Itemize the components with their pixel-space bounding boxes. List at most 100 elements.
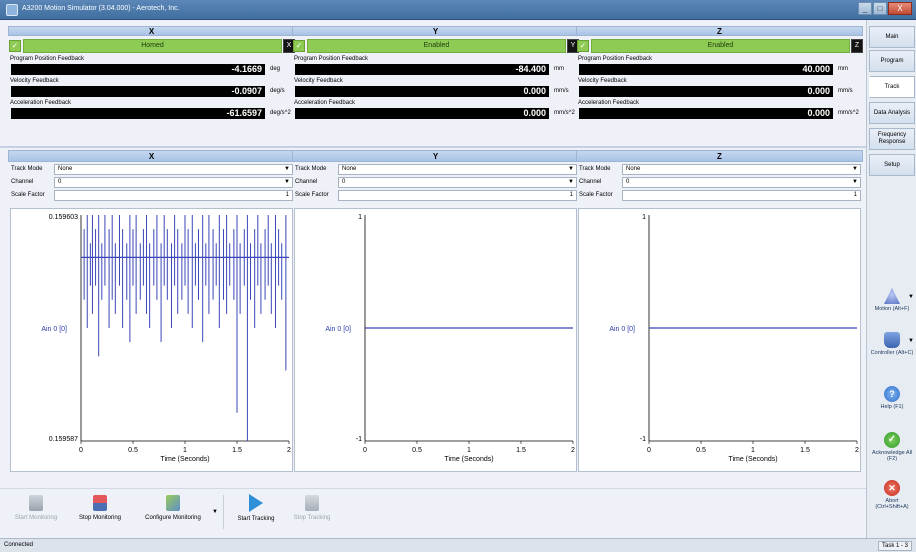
axis-panel-x: X ✓ Homed X Program Position Feedback -4… [8,26,295,150]
velocity-feedback-value: 0.000 [579,86,833,97]
stop-tracking-button[interactable]: Stop Tracking [286,493,338,533]
scale-factor-input[interactable]: 1 [622,190,861,201]
y-tick-label: -1 [356,436,362,443]
position-feedback-label: Program Position Feedback [294,56,369,62]
y-tick-label: 1 [642,214,646,221]
channel-value: 0 [58,179,62,185]
chevron-down-icon: ▼ [284,166,290,172]
chevron-down-icon: ▼ [908,338,914,344]
x-tick-label: 2 [287,447,291,454]
scale-factor-label: Scale Factor [579,192,613,198]
track-panel-z: Z Track Mode None ▼ Channel 0 ▼ Scale Factor… [576,150,863,488]
abort-button[interactable]: ✕ Abort (Ctrl+Shift+A) [869,480,915,520]
track-panel-x: X Track Mode None ▼ Channel 0 ▼ Scale Factor… [8,150,295,488]
track-mode-value: None [342,166,357,172]
channel-value: 0 [626,179,630,185]
position-unit: mm [838,66,848,72]
track-panel-y: Y Track Mode None ▼ Channel 0 ▼ Scale Factor… [292,150,579,488]
start-monitoring-button[interactable]: Start Monitoring [6,493,66,533]
position-unit: deg [270,66,281,72]
axis-select-button[interactable]: Z [851,39,863,53]
x-tick-label: 1 [467,447,471,454]
acknowledge-all-button[interactable]: ✓ Acknowledge All (F2) [869,432,915,472]
axis-header: X [8,26,295,36]
start-tracking-button[interactable]: Start Tracking [228,493,284,533]
scale-factor-input[interactable]: 1 [338,190,577,201]
scale-factor-label: Scale Factor [11,192,45,198]
scale-factor-input[interactable]: 1 [54,190,293,201]
panel-splitter[interactable] [0,146,866,148]
track-mode-select[interactable]: None ▼ [54,164,293,175]
tab-track[interactable]: Track [869,76,915,98]
tab-frequency-response[interactable]: Frequency Response [869,128,915,150]
y-axis-label: Ain 0 [0] [325,326,351,333]
y-tick-label: 1 [358,214,362,221]
stop-monitoring-button[interactable]: Stop Monitoring [70,493,130,533]
velocity-feedback-value: 0.000 [295,86,549,97]
channel-label: Channel [579,179,602,185]
controller-button[interactable]: ▼ Controller (Alt+C) [869,332,915,372]
plot-area[interactable]: 0.159603 0.159587 0 0.5 1 1.5 2 Time (Seconds) A… [10,208,293,472]
track-mode-value: None [58,166,73,172]
chevron-down-icon: ▼ [568,179,574,185]
enable-checkbox[interactable]: ✓ [577,40,589,52]
enable-checkbox[interactable]: ✓ [9,40,21,52]
x-tick-label: 1 [183,447,187,454]
plot-header: X [8,150,295,162]
plot-area[interactable]: 1 -1 0 0.5 1 1.5 2 Time (Seconds) Ain 0 [0] [578,208,861,472]
configure-icon [166,495,180,511]
x-tick-label: 0.5 [696,447,706,454]
acceleration-feedback-label: Acceleration Feedback [578,100,640,106]
channel-select[interactable]: 0 ▼ [54,177,293,188]
channel-label: Channel [295,179,318,185]
stop-tracking-label: Stop Tracking [293,515,331,521]
velocity-unit: mm/s [838,88,853,94]
task-indicator[interactable]: Task 1 - 3 [877,541,912,551]
chevron-down-icon: ▼ [212,509,218,515]
tab-main[interactable]: Main [869,26,915,48]
maximize-button[interactable]: □ [873,2,887,15]
channel-label: Channel [11,179,34,185]
x-axis-label: Time (Seconds) [728,456,777,463]
tab-setup[interactable]: Setup [869,154,915,176]
track-mode-select[interactable]: None ▼ [622,164,861,175]
acceleration-feedback-value: 0.000 [295,108,549,119]
x-tick-label: 0 [363,447,367,454]
plot-area[interactable]: 1 -1 0 0.5 1 1.5 2 Time (Seconds) Ain 0 [0] [294,208,577,472]
x-tick-label: 1.5 [800,447,810,454]
channel-select[interactable]: 0 ▼ [622,177,861,188]
axis-state-indicator: Enabled [307,39,566,53]
y-tick-label: -1 [640,436,646,443]
motion-button[interactable]: ▼ Motion (Alt+F) [869,288,915,328]
monitor-icon [29,495,43,511]
track-mode-select[interactable]: None ▼ [338,164,577,175]
right-panel: Main Program Track Data Analysis Frequen… [866,20,916,538]
x-axis-label: Time (Seconds) [444,456,493,463]
x-tick-label: 2 [571,447,575,454]
enable-checkbox[interactable]: ✓ [293,40,305,52]
bottom-toolbar: Start Monitoring Stop Monitoring Configu… [0,488,866,536]
channel-select[interactable]: 0 ▼ [338,177,577,188]
stop-monitoring-label: Stop Monitoring [78,515,122,521]
chevron-down-icon: ▼ [852,179,858,185]
x-tick-label: 0 [79,447,83,454]
help-button[interactable]: ? Help (F1) [869,386,915,426]
acceleration-feedback-label: Acceleration Feedback [294,100,356,106]
x-axis-label: Time (Seconds) [160,456,209,463]
tab-data-analysis[interactable]: Data Analysis [869,102,915,124]
controller-label: Controller (Alt+C) [870,350,914,356]
position-feedback-value: 40.000 [579,64,833,75]
status-bar: Connected Task 1 - 3 [0,538,916,552]
axis-state-indicator: Enabled [591,39,850,53]
configure-monitoring-button[interactable]: Configure Monitoring [136,493,210,533]
minimize-button[interactable]: _ [858,2,872,15]
chart-x: 0.159603 0.1595870 0.5 1 1.5 2 Time (Seconds) A… [41,214,291,463]
track-mode-label: Track Mode [295,166,327,172]
y-axis-label: Ain 0 [0] [609,326,635,333]
close-button[interactable]: X [888,2,912,15]
acceleration-unit: mm/s^2 [838,110,859,116]
start-tracking-label: Start Tracking [237,516,275,522]
tab-program[interactable]: Program [869,50,915,72]
abort-icon: ✕ [884,480,900,496]
velocity-unit: deg/s [270,88,285,94]
